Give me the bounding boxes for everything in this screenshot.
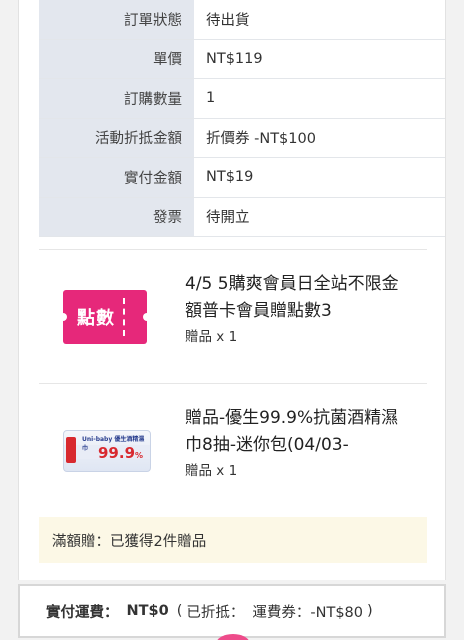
shipping-fee-summary: 實付運費： NT$0 ( 已折抵： 運費券：-NT$80 ) xyxy=(18,584,446,638)
wipes-percent-number: 99.9 xyxy=(98,444,136,462)
order-row-discount: 活動折抵金額 折價券 -NT$100 xyxy=(39,118,445,158)
shipping-fee-amount: NT$0 xyxy=(126,603,169,619)
shipping-fee-label: 實付運費： xyxy=(46,604,119,621)
wipes-percent-unit: % xyxy=(135,451,144,460)
order-row-unit-price: 單價 NT$119 xyxy=(39,39,445,79)
order-status-value: 待出貨 xyxy=(194,0,445,39)
wet-wipes-product-image: Uni-baby 優生酒精濕巾 99.9% xyxy=(63,430,151,472)
order-row-invoice: 發票 待開立 xyxy=(39,197,445,237)
badge-notch-right xyxy=(143,313,151,321)
invoice-value: 待開立 xyxy=(194,197,445,236)
shipping-detail-label: 已折抵： xyxy=(186,604,245,621)
points-coupon-icon: 點數 xyxy=(59,290,151,344)
wipes-red-tag xyxy=(66,437,76,463)
gift-quantity: 贈品 x 1 xyxy=(185,463,238,479)
order-row-quantity: 訂購數量 1 xyxy=(39,79,445,119)
discount-value: 折價券 -NT$100 xyxy=(194,118,445,157)
wipes-percent: 99.9% xyxy=(98,444,143,462)
invoice-label: 發票 xyxy=(39,197,194,236)
unit-price-label: 單價 xyxy=(39,39,194,78)
shipping-detail-value: 運費券：-NT$80 xyxy=(252,604,364,621)
wipes-package: Uni-baby 優生酒精濕巾 99.9% xyxy=(63,430,151,472)
badge-notch-left xyxy=(59,313,67,321)
paid-amount-label: 實付金額 xyxy=(39,158,194,197)
badge-perforation xyxy=(123,298,125,336)
gift-item-wipes[interactable]: Uni-baby 優生酒精濕巾 99.9% 贈品-優生99.9%抗菌酒精濕巾8抽… xyxy=(39,384,427,501)
order-info-table: 訂單狀態 待出貨 單價 NT$119 訂購數量 1 活動折抵金額 折價券 -NT… xyxy=(39,0,445,237)
shipping-detail-close: ) xyxy=(367,603,373,619)
quantity-value: 1 xyxy=(194,79,445,118)
points-badge: 點數 xyxy=(59,290,151,344)
gift-item-points[interactable]: 點數 4/5 5購爽會員日全站不限金額普卡會員贈點數3 贈品 x 1 xyxy=(39,250,427,383)
order-detail-card: 訂單狀態 待出貨 單價 NT$119 訂購數量 1 活動折抵金額 折價券 -NT… xyxy=(18,0,446,580)
shipping-detail-open: ( xyxy=(176,603,183,619)
gift-title[interactable]: 4/5 5購爽會員日全站不限金額普卡會員贈點數3 xyxy=(185,271,415,320)
quantity-label: 訂購數量 xyxy=(39,79,194,118)
paid-amount-value: NT$19 xyxy=(194,158,445,197)
gift-promo-text: 滿額贈：已獲得2件贈品 xyxy=(52,533,207,550)
gift-promo-notice: 滿額贈：已獲得2件贈品 xyxy=(39,517,427,563)
gift-title[interactable]: 贈品-優生99.9%抗菌酒精濕巾8抽-迷你包(04/03- xyxy=(185,405,415,454)
points-badge-text: 點數 xyxy=(77,308,115,329)
gift-quantity: 贈品 x 1 xyxy=(185,329,238,345)
order-status-label: 訂單狀態 xyxy=(39,0,194,39)
unit-price-value: NT$119 xyxy=(194,39,445,78)
order-row-paid-amount: 實付金額 NT$19 xyxy=(39,158,445,198)
discount-label: 活動折抵金額 xyxy=(39,118,194,157)
order-row-status: 訂單狀態 待出貨 xyxy=(39,0,445,40)
